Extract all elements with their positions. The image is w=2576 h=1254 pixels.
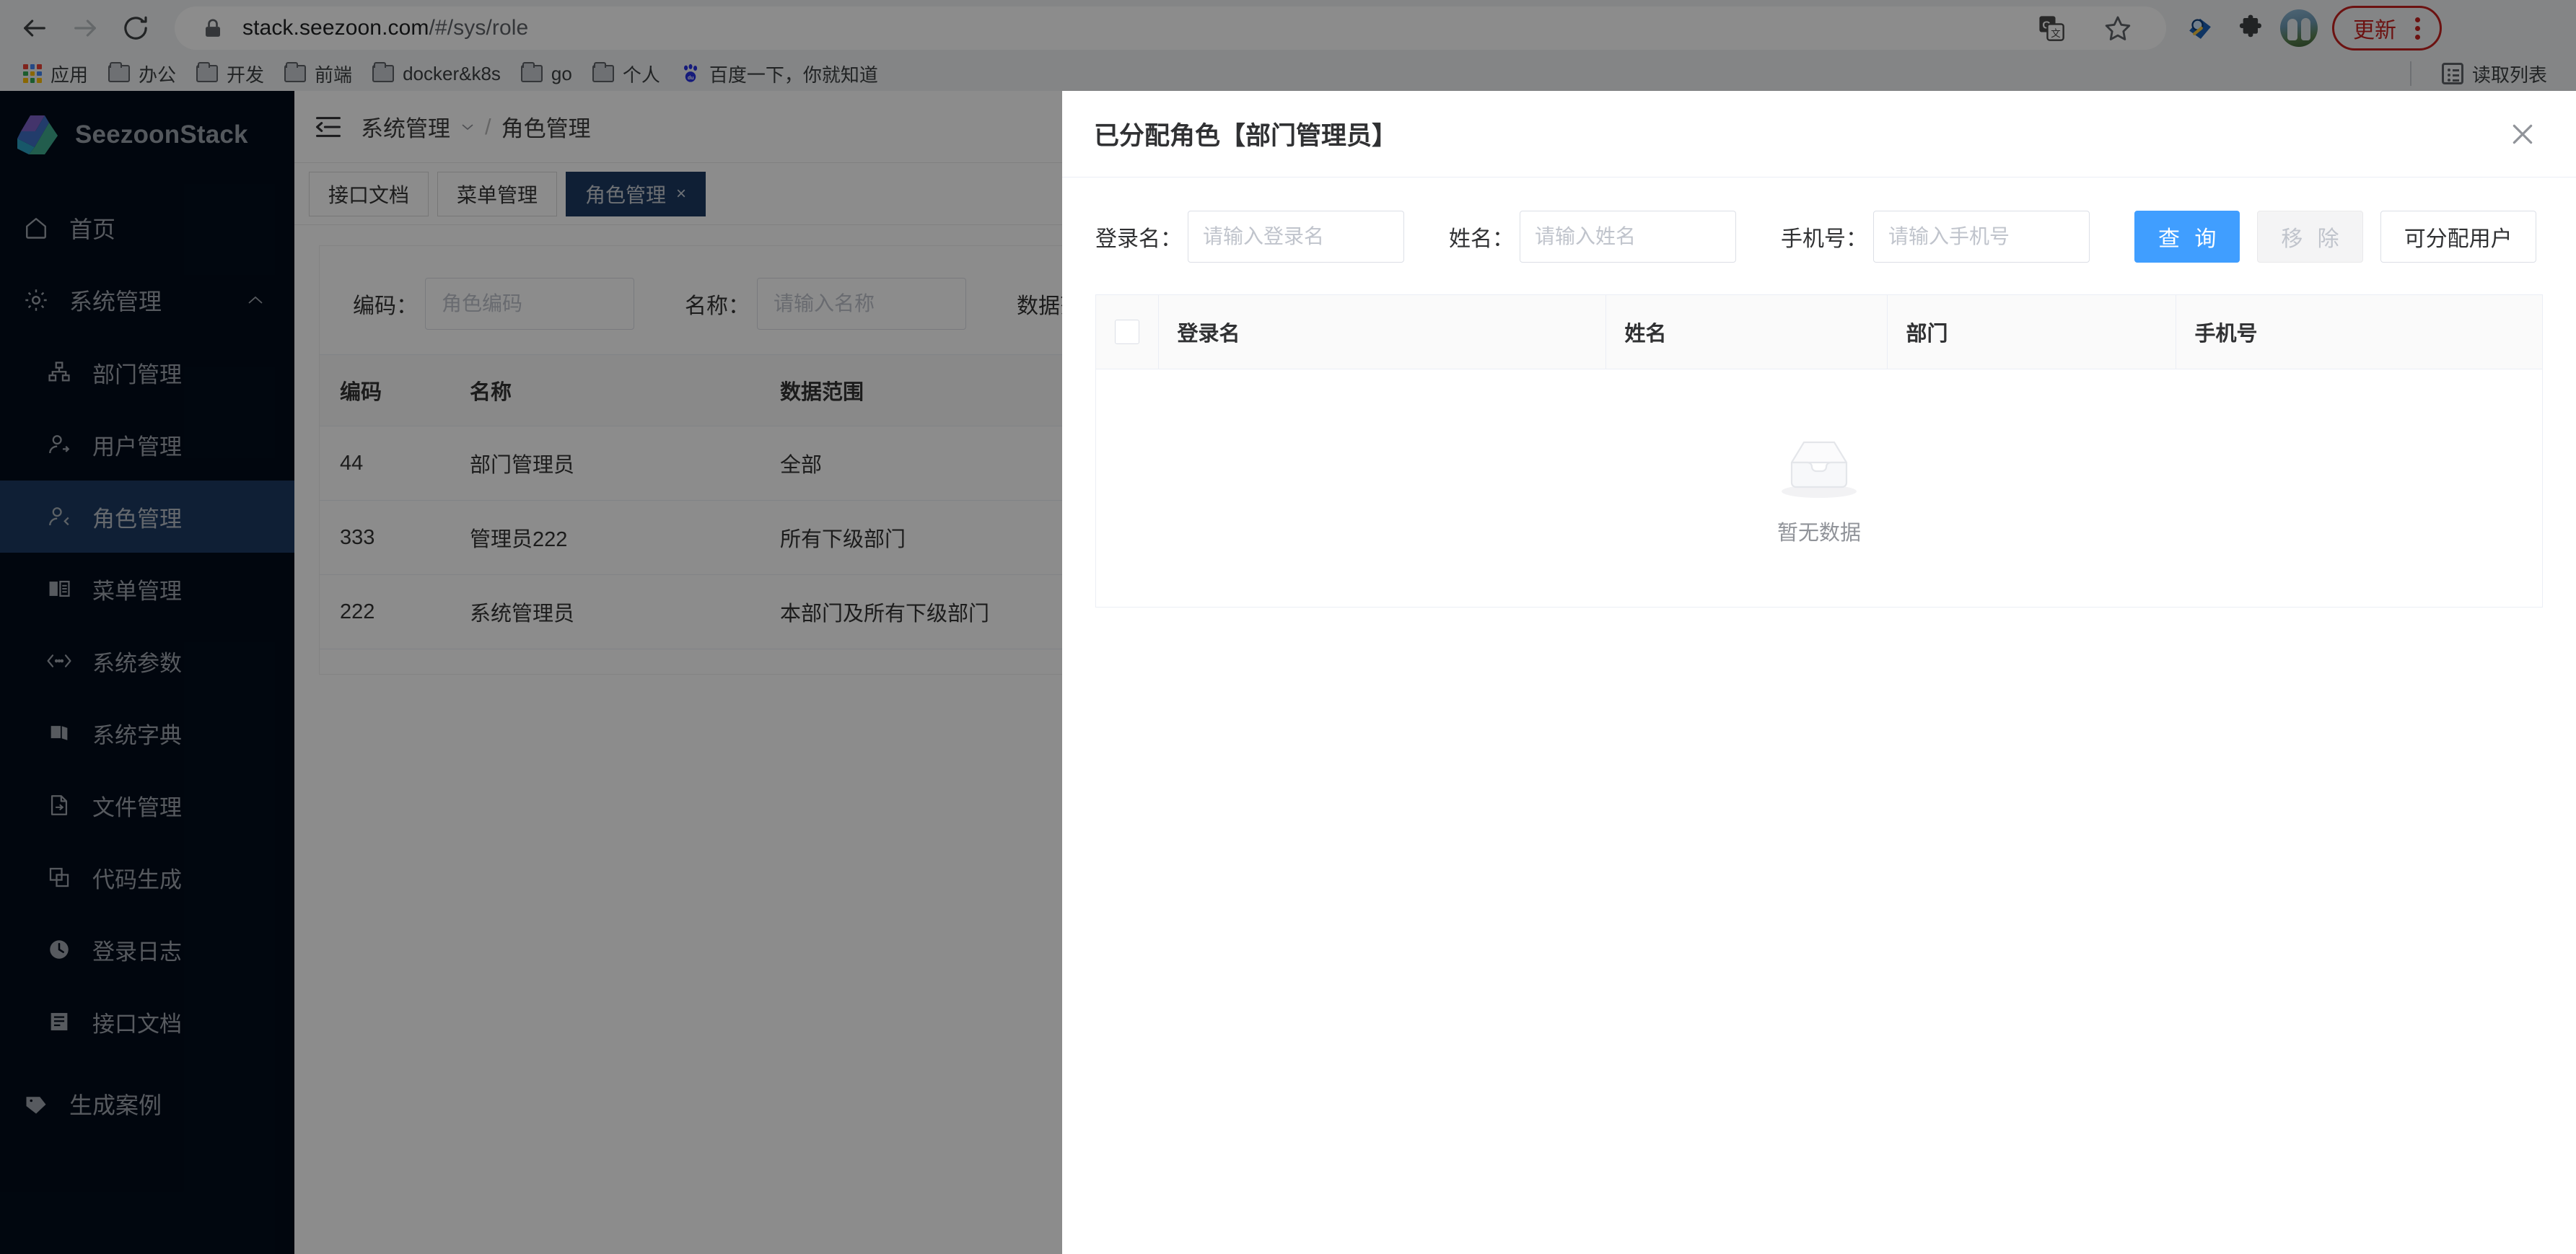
assignable-users-button[interactable]: 可分配用户	[2380, 211, 2536, 263]
remove-button[interactable]: 移 除	[2257, 211, 2363, 263]
drawer-login-name-label: 登录名：	[1095, 227, 1182, 251]
assigned-roles-drawer: 已分配角色【部门管理员】 登录名： 姓名： 手机号：	[1062, 91, 2576, 1254]
user-table: 登录名 姓名 部门 手机号	[1096, 295, 2542, 369]
drawer-search-form: 登录名： 姓名： 手机号： 查 询 移 除 可分配用户	[1095, 211, 2543, 263]
col-header-phone: 手机号	[2176, 295, 2542, 369]
empty-box-icon	[1782, 441, 1857, 498]
screen-root: stack.seezoon.com/#/sys/role G 文 更新 应用 办…	[0, 0, 2576, 1254]
drawer-field-phone: 手机号：	[1781, 211, 2090, 263]
login-name-input[interactable]	[1188, 211, 1404, 263]
drawer-field-full-name: 姓名：	[1449, 211, 1736, 263]
table-header-row: 登录名 姓名 部门 手机号	[1096, 295, 2542, 369]
close-x-glyph	[2513, 124, 2533, 144]
drawer-phone-label: 手机号：	[1781, 227, 1867, 251]
drawer-user-table: 登录名 姓名 部门 手机号	[1095, 294, 2543, 369]
col-header-select-all	[1096, 295, 1159, 369]
select-all-checkbox[interactable]	[1115, 320, 1139, 344]
empty-state: 暂无数据	[1095, 369, 2543, 608]
drawer-body: 登录名： 姓名： 手机号： 查 询 移 除 可分配用户	[1062, 177, 2576, 1254]
user-table-head: 登录名 姓名 部门 手机号	[1096, 295, 2542, 369]
close-icon[interactable]	[2502, 114, 2543, 154]
drawer-header: 已分配角色【部门管理员】	[1062, 91, 2576, 177]
col-header-login-name: 登录名	[1158, 295, 1606, 369]
phone-input[interactable]	[1873, 211, 2090, 263]
search-button[interactable]: 查 询	[2134, 211, 2240, 263]
drawer-title: 已分配角色【部门管理员】	[1094, 122, 1398, 150]
drawer-field-login-name: 登录名：	[1095, 211, 1404, 263]
drawer-full-name-label: 姓名：	[1449, 227, 1514, 251]
empty-state-text: 暂无数据	[1777, 521, 1861, 545]
col-header-department: 部门	[1887, 295, 2176, 369]
col-header-full-name: 姓名	[1605, 295, 1888, 369]
full-name-input[interactable]	[1520, 211, 1736, 263]
